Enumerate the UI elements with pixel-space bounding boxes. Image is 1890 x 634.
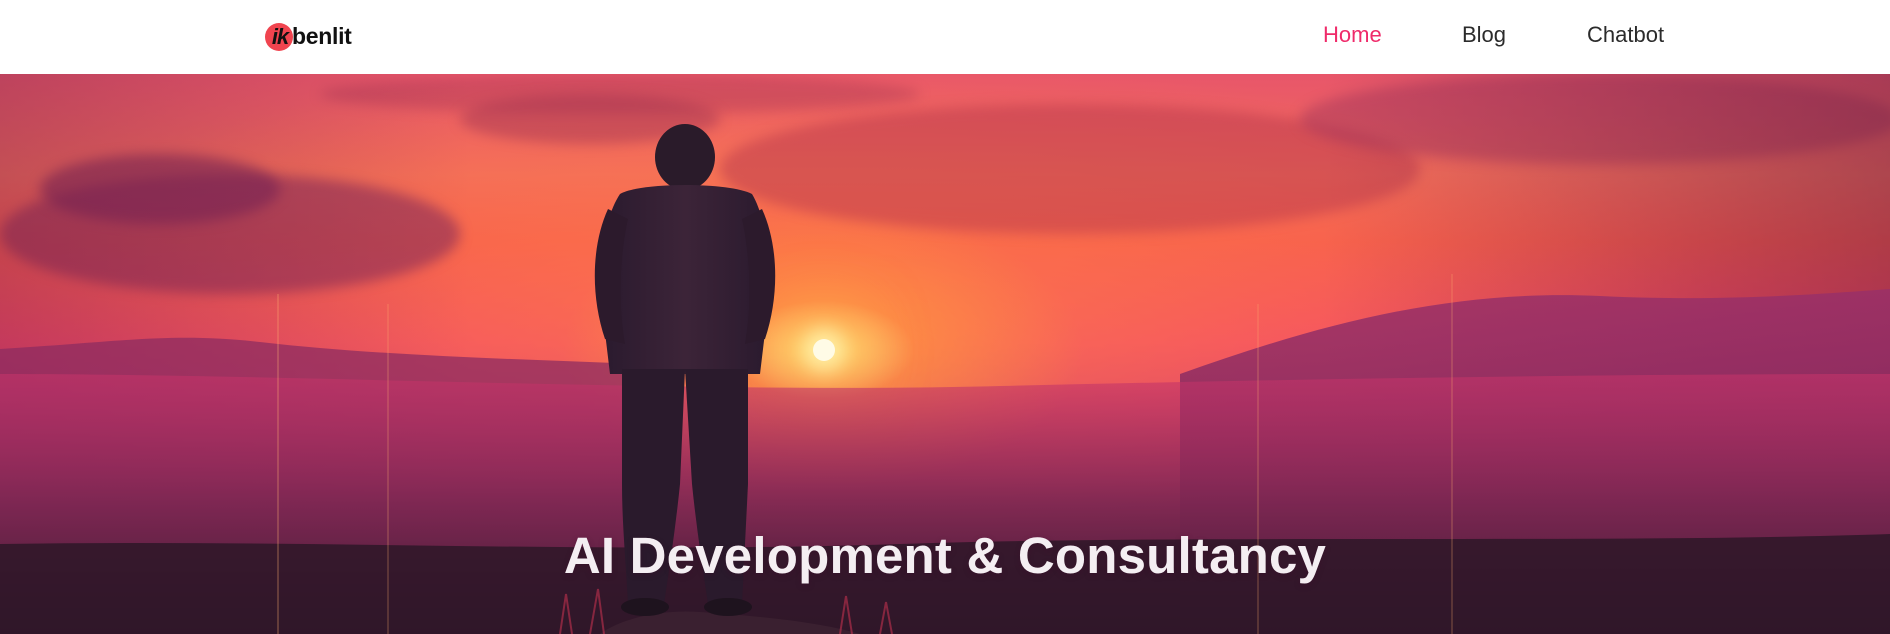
site-header: ik benlit Home Blog Chatbot <box>0 0 1890 74</box>
logo-wordmark: benlit <box>292 23 352 49</box>
hero-title: AI Development & Consultancy <box>563 527 1327 584</box>
logo-link[interactable]: ik benlit <box>265 21 352 52</box>
nav-chatbot-link[interactable]: Chatbot <box>1587 22 1664 48</box>
hero-banner: AI Development & Consultancy <box>0 74 1890 634</box>
logo-mark-text: ik <box>271 23 289 49</box>
logo-mark: ik <box>265 22 293 51</box>
nav-home-link[interactable]: Home <box>1323 22 1382 48</box>
nav-blog-link[interactable]: Blog <box>1462 22 1506 48</box>
